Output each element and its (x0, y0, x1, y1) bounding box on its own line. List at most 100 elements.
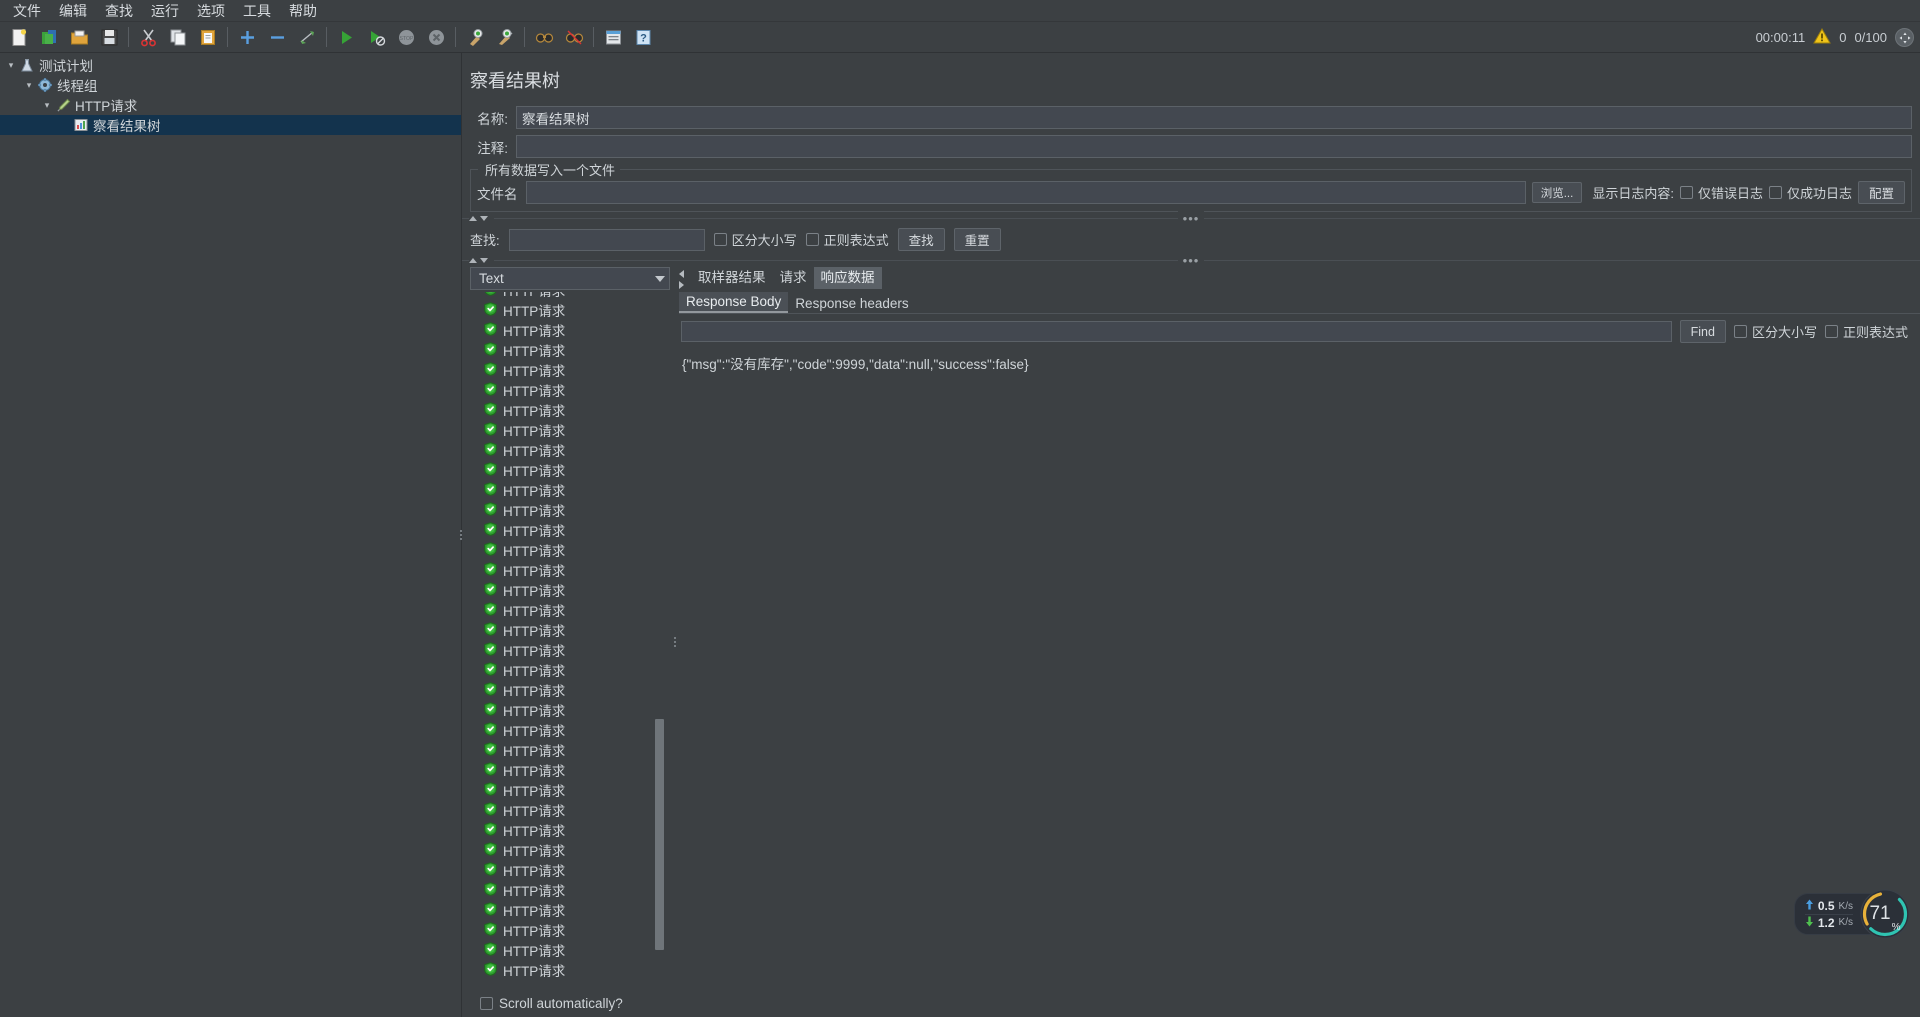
name-input[interactable] (516, 106, 1912, 129)
search-icon[interactable] (530, 24, 558, 50)
response-find-button[interactable]: Find (1679, 320, 1726, 343)
list-item[interactable]: HTTP请求 (470, 460, 670, 480)
reset-search-icon[interactable] (560, 24, 588, 50)
response-regex-checkbox[interactable]: 正则表达式 (1824, 322, 1908, 341)
tabstrip-nav[interactable] (679, 270, 688, 289)
menu-item-tools[interactable]: 工具 (234, 1, 280, 21)
open-icon[interactable] (65, 24, 93, 50)
list-item[interactable]: HTTP请求 (470, 580, 670, 600)
subtab-response-body[interactable]: Response Body (679, 292, 789, 313)
results-detail-splitter[interactable] (670, 267, 679, 1017)
tab-sampler-result[interactable]: 取样器结果 (691, 264, 773, 289)
stop-icon[interactable]: STOP (392, 24, 420, 50)
successes-only-checkbox[interactable]: 仅成功日志 (1768, 183, 1852, 202)
paste-icon[interactable] (194, 24, 222, 50)
errors-only-checkbox[interactable]: 仅错误日志 (1679, 183, 1763, 202)
tree-node-thread-group[interactable]: ▾ 线程组 (0, 75, 461, 95)
list-item[interactable]: HTTP请求 (470, 660, 670, 680)
warning-icon[interactable] (1813, 27, 1832, 47)
search-splitter[interactable]: ••• (462, 210, 1920, 226)
renderer-select[interactable]: Text (470, 267, 670, 290)
results-splitter[interactable]: ••• (462, 252, 1920, 268)
list-item[interactable]: HTTP请求 (470, 800, 670, 820)
response-find-input[interactable] (681, 321, 1672, 342)
list-item[interactable]: HTTP请求 (470, 820, 670, 840)
list-item[interactable]: HTTP请求 (470, 880, 670, 900)
new-icon[interactable] (5, 24, 33, 50)
tab-request[interactable]: 请求 (773, 264, 814, 289)
list-item[interactable]: HTTP请求 (470, 400, 670, 420)
auto-scroll-checkbox[interactable]: Scroll automatically? (470, 992, 670, 1017)
start-no-pause-icon[interactable] (362, 24, 390, 50)
search-find-button[interactable]: 查找 (897, 228, 945, 251)
list-item[interactable]: HTTP请求 (470, 780, 670, 800)
chevron-down-icon[interactable]: ▾ (4, 58, 18, 72)
results-scrollbar-thumb[interactable] (655, 719, 664, 950)
checkbox-box[interactable] (1824, 325, 1838, 338)
expand-icon[interactable] (1895, 28, 1914, 47)
list-item[interactable]: HTTP请求 (470, 640, 670, 660)
subtab-response-headers[interactable]: Response headers (788, 294, 915, 313)
list-item[interactable]: HTTP请求 (470, 500, 670, 520)
chevron-down-icon[interactable]: ▾ (40, 98, 54, 112)
list-item[interactable]: HTTP请求 (470, 720, 670, 740)
checkbox-box[interactable] (480, 997, 493, 1010)
list-item[interactable]: HTTP请求 (470, 520, 670, 540)
tree-node-view-results-tree[interactable]: 察看结果树 (0, 115, 461, 135)
chevron-left-icon[interactable] (679, 270, 684, 278)
start-icon[interactable] (332, 24, 360, 50)
toggle-icon[interactable] (293, 24, 321, 50)
expand-all-icon[interactable] (233, 24, 261, 50)
shutdown-icon[interactable] (422, 24, 450, 50)
save-icon[interactable] (95, 24, 123, 50)
list-item[interactable]: HTTP请求 (470, 920, 670, 940)
list-item[interactable]: HTTP请求 (470, 600, 670, 620)
tree-node-test-plan[interactable]: ▾ 测试计划 (0, 55, 461, 75)
menu-item-file[interactable]: 文件 (4, 1, 50, 21)
collapse-all-icon[interactable] (263, 24, 291, 50)
list-item[interactable]: HTTP请求 (470, 680, 670, 700)
list-item[interactable]: HTTP请求 (470, 840, 670, 860)
tab-response-data[interactable]: 响应数据 (813, 264, 882, 289)
list-item[interactable]: HTTP请求 (470, 760, 670, 780)
list-item[interactable]: HTTP请求 (470, 320, 670, 340)
filename-input[interactable] (525, 181, 1526, 204)
list-item[interactable]: HTTP请求 (470, 700, 670, 720)
menu-item-edit[interactable]: 编辑 (50, 1, 96, 21)
search-reset-button[interactable]: 重置 (953, 228, 1001, 251)
checkbox-box[interactable] (1768, 186, 1782, 199)
cut-icon[interactable] (134, 24, 162, 50)
copy-icon[interactable] (164, 24, 192, 50)
help-icon[interactable]: ? (629, 24, 657, 50)
configure-button[interactable]: 配置 (1857, 181, 1905, 204)
clear-icon[interactable] (461, 24, 489, 50)
search-input[interactable] (508, 228, 705, 251)
list-item[interactable]: HTTP请求 (470, 620, 670, 640)
comment-input[interactable] (516, 135, 1912, 158)
clear-all-icon[interactable] (491, 24, 519, 50)
main-split-handle[interactable] (457, 53, 465, 1017)
chevron-right-icon[interactable] (679, 281, 684, 289)
list-item[interactable]: HTTP请求 (470, 900, 670, 920)
menu-item-help[interactable]: 帮助 (280, 1, 326, 21)
response-body-text[interactable]: {"msg":"没有库存","code":9999,"data":null,"s… (679, 347, 1920, 1017)
list-item[interactable]: HTTP请求 (470, 480, 670, 500)
function-helper-icon[interactable] (599, 24, 627, 50)
checkbox-box[interactable] (1733, 325, 1747, 338)
search-regex-checkbox[interactable]: 正则表达式 (805, 230, 889, 249)
list-item[interactable]: HTTP请求 (470, 940, 670, 960)
list-item[interactable]: HTTP请求 (470, 960, 670, 980)
list-item[interactable]: HTTP请求 (470, 380, 670, 400)
response-case-sensitive-checkbox[interactable]: 区分大小写 (1733, 322, 1817, 341)
list-item[interactable]: HTTP请求 (470, 360, 670, 380)
chevron-down-icon[interactable]: ▾ (22, 78, 36, 92)
list-item[interactable]: HTTP请求 (470, 300, 670, 320)
templates-icon[interactable] (35, 24, 63, 50)
list-item[interactable]: HTTP请求 (470, 292, 670, 300)
menu-item-run[interactable]: 运行 (142, 1, 188, 21)
tree-node-http-request[interactable]: ▾ HTTP请求 (0, 95, 461, 115)
network-monitor-widget[interactable]: 0.5 K/s 1.2 K/s 71% (1793, 889, 1910, 939)
list-item[interactable]: HTTP请求 (470, 340, 670, 360)
browse-button[interactable]: 浏览... (1531, 182, 1583, 203)
sample-result-list[interactable]: HTTP请求 HTTP请求 HTTP请求 HTTP请求 HTTP请求 HTTP请求 HTTP… (470, 292, 670, 992)
